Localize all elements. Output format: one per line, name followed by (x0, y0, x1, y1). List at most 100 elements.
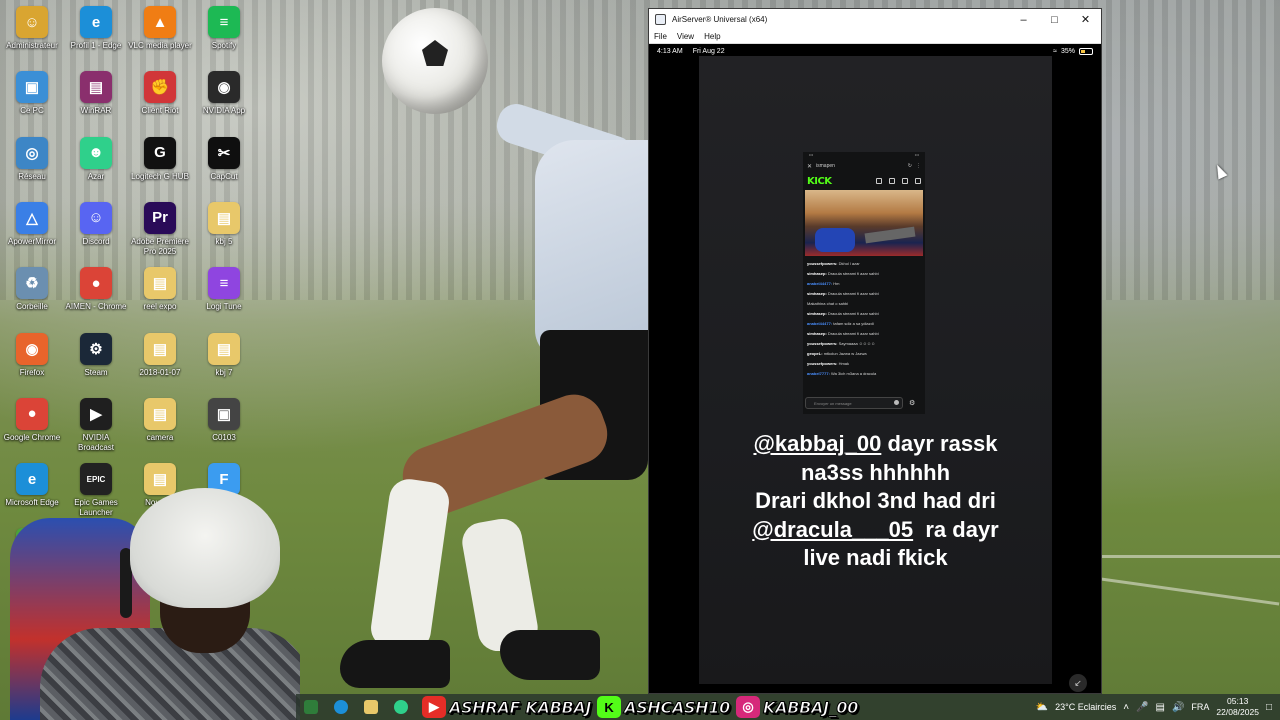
desktop-icon-label: Profil 1 - Edge (70, 41, 122, 50)
nvidia-icon: ◉ (208, 71, 240, 104)
exit-fullscreen-icon[interactable]: ↙ (1069, 674, 1087, 692)
desktop-icon-label: VLC media player (128, 41, 192, 50)
brand-name: KABBAJ_00 (763, 697, 859, 717)
refresh-icon: ↻ (907, 163, 912, 169)
chat-text: Hmak (838, 361, 850, 366)
chat-username: anabel7777: (807, 371, 830, 376)
chat-message: simhasep: Dracula streami fi azar sahbi (807, 309, 921, 319)
azar-icon: ☻ (80, 136, 112, 169)
desktop-icon[interactable]: ▣ C0103 (192, 397, 256, 460)
title-bar[interactable]: AirServer® Universal (x64) – □ ✕ (649, 9, 1101, 30)
nvidia-broadcast-icon: ▶ (80, 397, 112, 430)
chat-message: anabel44477: tafam sdiz a sa ydiazdi (807, 319, 921, 329)
desktop-icon[interactable]: ▤ 2018-01-07 (128, 332, 192, 395)
folder-icon: ▤ (144, 397, 176, 430)
airserver-window[interactable]: AirServer® Universal (x64) – □ ✕ File Vi… (648, 8, 1102, 694)
desktop-icon[interactable]: ▤ WinRAR (64, 71, 128, 133)
desktop-icon[interactable]: ● AIMEN - Chrome (64, 267, 128, 329)
chevron-up-icon[interactable]: ˄ (1123, 702, 1129, 713)
chat-text: Hm (833, 281, 840, 286)
minimize-button[interactable]: – (1008, 9, 1039, 30)
close-button[interactable]: ✕ (1070, 9, 1101, 30)
taskbar-nvidia[interactable] (296, 694, 326, 720)
menu-view[interactable]: View (677, 32, 694, 41)
chat-username: geopeL: (807, 351, 823, 356)
notifications-icon[interactable]: □ (1266, 702, 1272, 713)
desktop-icon[interactable]: ● Google Chrome (0, 397, 64, 460)
desktop-icon-label: WinRAR (80, 106, 112, 116)
kick-icon: K (597, 696, 622, 718)
heart-icon (889, 178, 895, 184)
window-title: AirServer® Universal (x64) (672, 15, 768, 24)
youtube-icon: ▶ (422, 696, 446, 718)
desktop-icon-label: AIMEN - Chrome (65, 302, 127, 312)
desktop-icon-label: Google Chrome (3, 432, 61, 442)
desktop-icon[interactable]: G Logitech G HUB (128, 136, 192, 199)
caption-text: live nadi fkick (803, 545, 948, 570)
clock[interactable]: 05:13 22/08/2025 (1216, 696, 1259, 718)
chat-message: geopeL: mtkolun Jazwa w Jazwa (807, 349, 921, 359)
desktop-icon[interactable]: ✂ CapCut (192, 136, 256, 199)
desktop-icon-label: Azar (87, 171, 105, 181)
steam-icon: ⚙ (80, 332, 112, 365)
desktop-icon[interactable]: ⚙ Steam (64, 332, 128, 395)
brand-handle: ◎ KABBAJ_00 (736, 696, 859, 718)
chat-input: Envoyer un message (805, 397, 903, 409)
volume-icon[interactable]: 🔊 (1172, 702, 1184, 713)
winrar-icon: ▤ (80, 71, 112, 104)
caption-line: live nadi fkick (699, 544, 1052, 573)
chat-text: Dracula streami fi azar sahbi (827, 311, 879, 316)
weather-text[interactable]: 23°C Eclaircies (1055, 702, 1116, 712)
maximize-button[interactable]: □ (1039, 9, 1070, 30)
taskbar-azar[interactable] (386, 694, 416, 720)
microphone-icon[interactable]: 🎤 (1136, 702, 1148, 713)
desktop-icon[interactable]: ▶ NVIDIA Broadcast (64, 397, 128, 460)
desktop-icon-label: reel expo (143, 302, 177, 312)
desktop-icon[interactable]: ☺ Administrateur (0, 6, 64, 68)
desktop-icon[interactable]: ▤ camera (128, 397, 192, 460)
weather-icon: ⛅ (1035, 701, 1049, 713)
instagram-icon: ◎ (736, 696, 761, 718)
chat-message: anabel44477: Hm (807, 279, 921, 289)
desktop-icon[interactable]: ♻ Corbeille (0, 267, 64, 329)
taskbar-explorer[interactable] (356, 694, 386, 720)
desktop-icon[interactable]: ▤ kbj 7 (192, 332, 256, 395)
language-indicator[interactable]: FRA (1191, 702, 1209, 712)
desktop-icon[interactable]: △ ApowerMirror (0, 201, 64, 264)
desktop-icon[interactable]: ▣ Ce PC (0, 71, 64, 133)
desktop-icon[interactable]: ≡ Spotify (192, 6, 256, 68)
network-icon[interactable]: ▤ (1156, 702, 1165, 713)
desktop-icon[interactable]: ▲ VLC media player (128, 6, 192, 68)
chat-text: Wa 3ich m3ana a dracula (831, 371, 877, 376)
chat-message: youssefpowers: Saymaaaa ☺☺☺☺ (807, 339, 921, 349)
airserver-app-icon (655, 14, 666, 25)
computer-icon: ▣ (16, 71, 48, 104)
recycle-bin-icon: ♻ (16, 267, 48, 300)
logitech-icon: G (144, 136, 176, 169)
chat-username: youssefpowers: (807, 361, 838, 366)
desktop-icon[interactable]: e Profil 1 - Edge (64, 6, 128, 68)
desktop-icon[interactable]: ▤ reel expo (128, 267, 192, 329)
desktop-icon[interactable]: ☻ Azar (64, 136, 128, 199)
desktop-icon[interactable]: ◉ NVIDIA App (192, 71, 256, 133)
chat-username: simhasep: (807, 331, 827, 336)
caption-text: na3ss hhhhhh (800, 459, 951, 485)
desktop-icon[interactable]: ◎ Réseau (0, 136, 64, 199)
desktop-icon[interactable]: ▤ kbj 5 (192, 201, 256, 264)
taskbar-edge[interactable] (326, 694, 356, 720)
desktop-icon[interactable]: ≡ Logi Tune (192, 267, 256, 329)
edge-icon: e (80, 6, 112, 38)
desktop-icon[interactable]: Pr Adobe Premiere Pro 2025 (128, 201, 192, 264)
player-boot (340, 640, 450, 688)
desktop-icon[interactable]: ◉ Firefox (0, 332, 64, 395)
desktop-icon[interactable]: ☺ Discord (64, 201, 128, 264)
menu-help[interactable]: Help (704, 32, 720, 41)
desktop-icon-label: Logi Tune (206, 302, 242, 312)
logi-tune-icon: ≡ (208, 267, 240, 300)
channel-name: ismapen (816, 162, 835, 169)
clock-date: 22/08/2025 (1216, 707, 1259, 717)
system-tray: ⛅ 23°C Eclaircies ˄ 🎤 ▤ 🔊 FRA 05:13 22/0… (1036, 696, 1280, 718)
kick-screenshot: ••• ••• ✕ ismapen ↻ ⋮ KICK youssefpowers:… (803, 152, 925, 414)
desktop-icon[interactable]: ✊ Client Riot (128, 71, 192, 133)
menu-file[interactable]: File (654, 32, 667, 41)
